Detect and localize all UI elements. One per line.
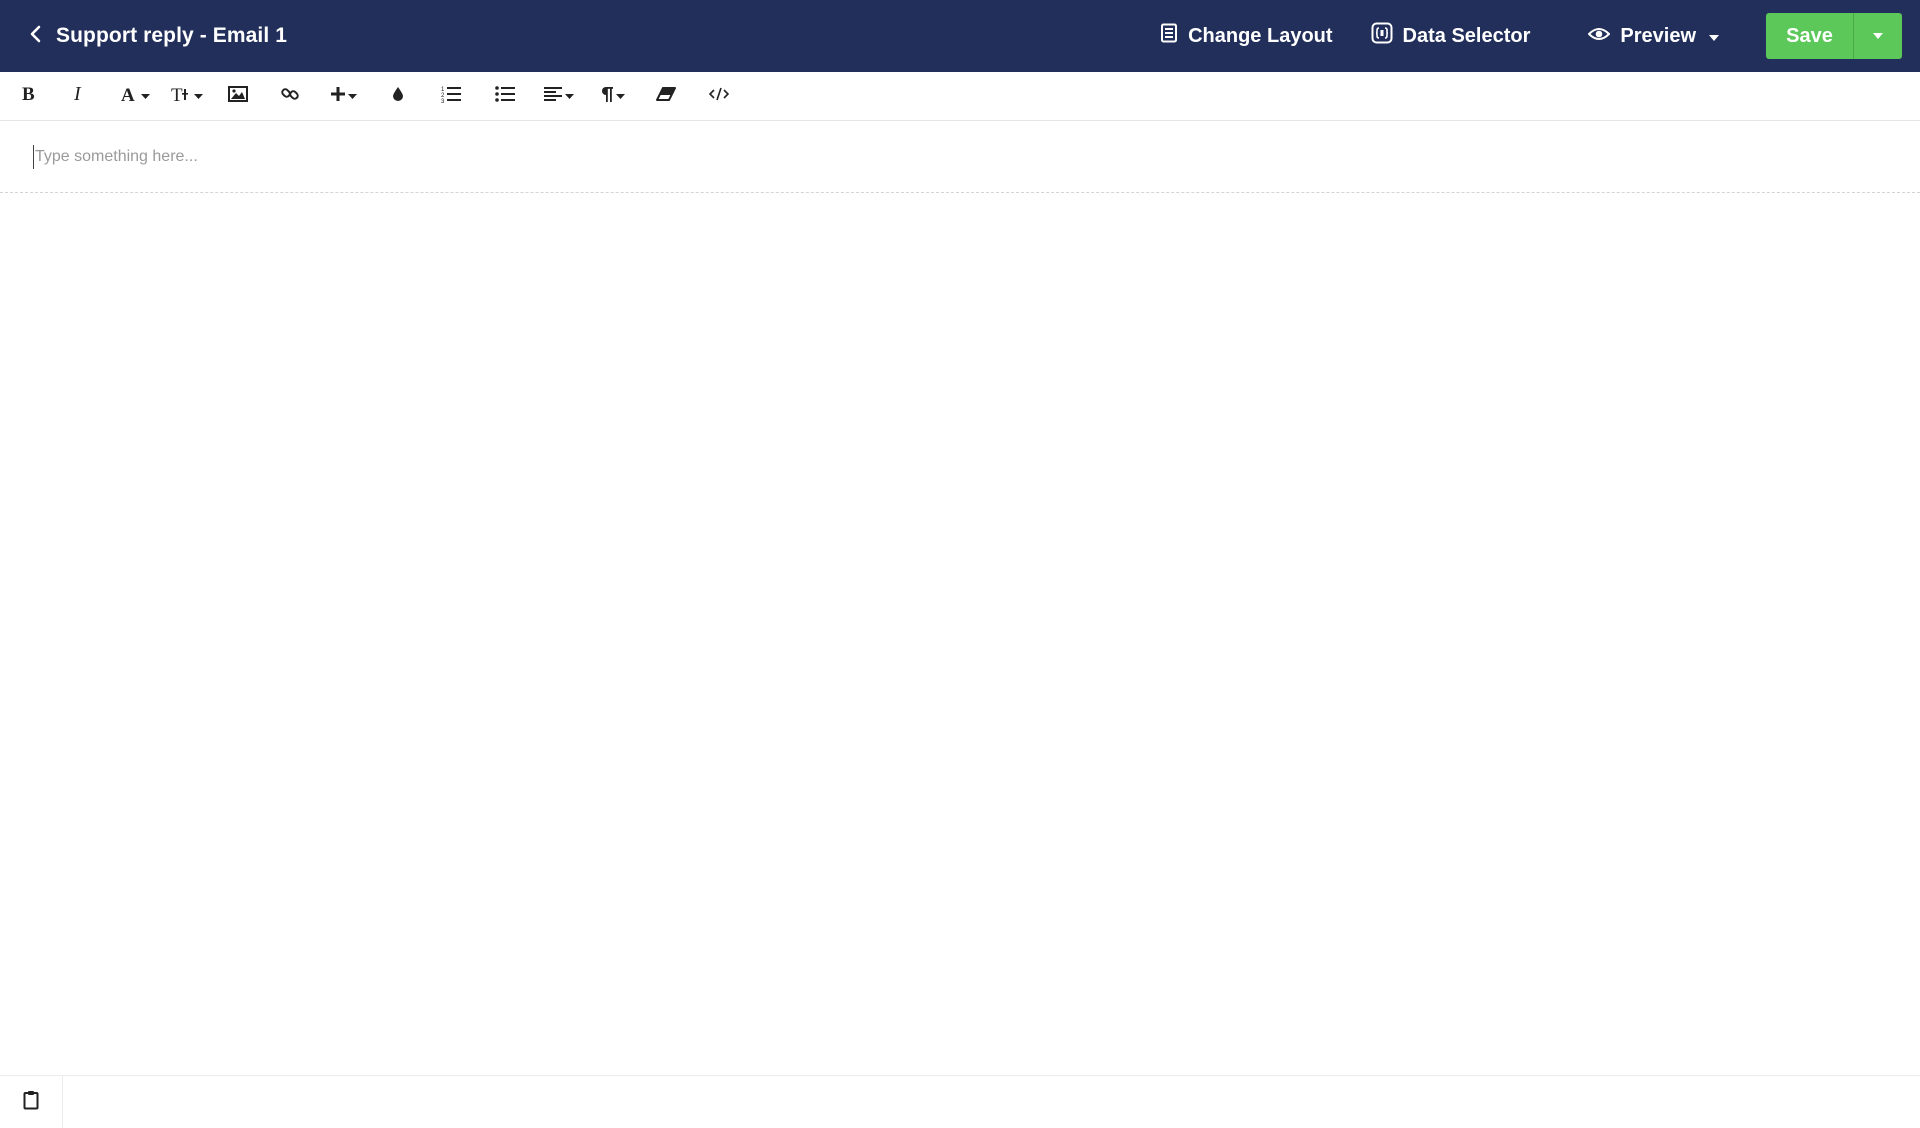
paragraph-icon xyxy=(601,86,613,107)
editor-placeholder: Type something here... xyxy=(35,148,198,165)
italic-button[interactable]: I xyxy=(50,76,107,116)
color-drop-icon xyxy=(392,86,404,107)
chevron-down-icon xyxy=(1708,25,1730,48)
save-options-button[interactable] xyxy=(1854,13,1902,59)
insert-more-button[interactable] xyxy=(316,76,372,116)
preview-button[interactable]: Preview xyxy=(1587,0,1730,72)
image-icon xyxy=(228,85,248,107)
font-size-button[interactable]: T xyxy=(162,76,212,116)
preview-label: Preview xyxy=(1620,24,1696,47)
data-selector-label: Data Selector xyxy=(1402,24,1531,47)
svg-text:I: I xyxy=(73,85,82,103)
svg-text:3: 3 xyxy=(441,99,445,103)
svg-text:T: T xyxy=(171,85,183,103)
clipboard-button[interactable] xyxy=(0,1076,63,1128)
insert-link-button[interactable] xyxy=(264,76,316,116)
save-button-group: Save xyxy=(1766,13,1902,59)
text-size-icon: T xyxy=(171,85,191,108)
chevron-left-icon xyxy=(26,24,46,49)
insert-image-button[interactable] xyxy=(212,76,264,116)
font-icon: A xyxy=(120,85,138,108)
italic-icon: I xyxy=(72,83,86,108)
chevron-down-icon xyxy=(140,87,150,105)
svg-text:B: B xyxy=(22,85,35,103)
footer-bar xyxy=(0,1075,1920,1128)
chevron-down-icon xyxy=(1872,27,1884,45)
bold-icon: B xyxy=(21,84,37,108)
font-family-button[interactable]: A xyxy=(107,76,162,116)
align-left-icon xyxy=(544,86,562,106)
link-icon xyxy=(281,85,299,108)
clipboard-icon xyxy=(23,1090,39,1115)
code-icon xyxy=(708,87,730,106)
eye-icon xyxy=(1587,25,1620,48)
editor-area[interactable]: Type something here... xyxy=(0,121,1920,193)
top-bar: Support reply - Email 1 Change Layout Da… xyxy=(0,0,1920,72)
align-button[interactable] xyxy=(531,76,587,116)
bullet-list-button[interactable] xyxy=(478,76,531,116)
save-button[interactable]: Save xyxy=(1766,13,1854,59)
change-layout-label: Change Layout xyxy=(1188,24,1333,47)
clear-formatting-button[interactable] xyxy=(639,76,692,116)
editor-toolbar: B I A T 1 2 3 xyxy=(0,72,1920,121)
bullet-list-icon xyxy=(494,85,515,107)
code-view-button[interactable] xyxy=(692,76,746,116)
page-title: Support reply - Email 1 xyxy=(56,24,288,47)
chevron-down-icon xyxy=(565,87,574,105)
back-button[interactable]: Support reply - Email 1 xyxy=(26,24,287,49)
ordered-list-button[interactable]: 123 xyxy=(424,76,478,116)
paragraph-format-button[interactable] xyxy=(587,76,639,116)
change-layout-button[interactable]: Change Layout xyxy=(1160,0,1333,72)
chevron-down-icon xyxy=(348,87,357,105)
editor-input[interactable]: Type something here... xyxy=(33,145,1893,169)
header-actions: Change Layout Data Selector Preview Save xyxy=(1160,0,1920,72)
ordered-list-icon: 123 xyxy=(441,85,461,108)
chevron-down-icon xyxy=(616,87,625,105)
svg-text:A: A xyxy=(121,85,135,103)
data-selector-button[interactable]: Data Selector xyxy=(1371,0,1531,72)
eraser-icon xyxy=(655,86,676,106)
bold-button[interactable]: B xyxy=(8,76,50,116)
layout-icon xyxy=(1160,23,1188,49)
chevron-down-icon xyxy=(194,87,203,105)
plus-icon xyxy=(331,86,345,106)
data-selector-icon xyxy=(1371,22,1403,50)
text-color-button[interactable] xyxy=(372,76,424,116)
